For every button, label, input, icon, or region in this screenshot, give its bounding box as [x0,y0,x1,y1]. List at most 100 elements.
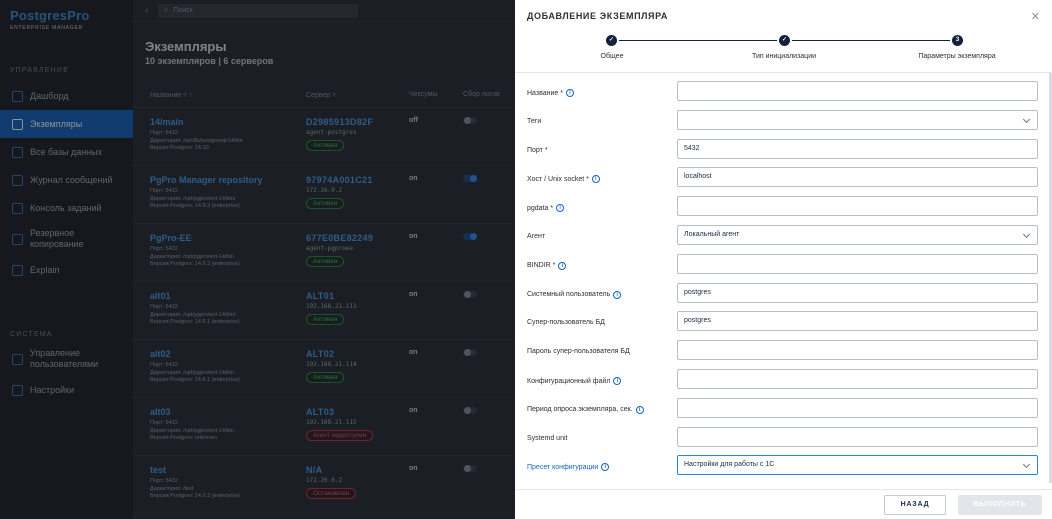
settings-icon [12,384,23,396]
form-row: Порт * 5432 [515,137,1049,165]
run-button[interactable]: ВЫПОЛНИТЬ [958,495,1042,515]
instance-name-link[interactable]: alt03 [150,407,171,417]
log-collection-toggle[interactable] [463,175,477,182]
panel-footer: НАЗАД ВЫПОЛНИТЬ [515,489,1052,519]
search-input[interactable]: ⌕ Поиск [158,3,359,18]
log-collection-toggle[interactable] [463,117,477,124]
log-collection-toggle[interactable] [463,407,477,414]
select-field[interactable] [677,109,1038,130]
info-icon[interactable]: i [591,175,600,184]
instance-name-link[interactable]: alt01 [150,291,171,301]
sidebar-item-dashboard[interactable]: Дашборд [0,82,133,110]
explain-icon [12,264,23,276]
instances-icon [12,118,23,130]
server-address: 172.26.0.2 [306,477,343,484]
instance-name-link[interactable]: 14/main [150,117,184,127]
text-field[interactable] [677,196,1038,217]
form-row: Системный пользователь i postgres [515,281,1049,309]
form-row: Хост / Unix socket * i localhost [515,165,1049,193]
sidebar-item-explain[interactable]: Explain [0,256,133,284]
logo[interactable]: PostgresPro ENTERPRISE MANAGER [0,0,133,52]
instance-meta: Порт: 5432 Директория: /usr/lib/postgresq… [150,130,243,151]
field-label: Системный пользователь i [527,290,622,299]
table-row[interactable]: alt02 Порт: 5432 Директория: /opt/pgpro/en… [133,340,515,398]
log-collection-toggle[interactable] [463,465,477,472]
info-icon[interactable]: i [635,405,644,414]
form-row: pgdata * i [515,194,1049,222]
column-header-name[interactable]: Название ▿ ↑ [133,91,306,99]
info-icon[interactable]: i [558,261,567,270]
instance-meta: Порт: 5432 Директория: /opt/pgpro/ent-14/… [150,188,240,209]
table-row[interactable]: test Порт: 5432 Директория: /test Версия Po… [133,456,515,514]
checksum-value: on [409,349,418,356]
sidebar-item-message-log[interactable]: Журнал сообщений [0,166,133,194]
instance-name-link[interactable]: test [150,465,166,475]
field-label: Название * i [527,89,574,97]
instance-name-link[interactable]: PgPro-EE [150,233,192,243]
status-badge: Активен [306,314,345,325]
close-icon[interactable]: ✕ [1031,10,1040,23]
select-field[interactable]: Настройки для работы с 1С [677,455,1038,476]
server-name[interactable]: 97974A001C21 [306,175,373,185]
sidebar-item-instances[interactable]: Экземпляры [0,110,133,138]
server-name[interactable]: ALT01 [306,291,334,301]
back-button[interactable]: НАЗАД [884,495,946,515]
info-icon[interactable]: i [613,377,622,385]
sidebar-item-all-databases[interactable]: Все базы данных [0,138,133,166]
info-icon[interactable]: i [556,204,565,213]
info-icon[interactable]: i [613,290,622,299]
table-row[interactable]: alt01 Порт: 5432 Директория: /opt/pgpro/en… [133,282,515,340]
info-icon[interactable]: i [601,463,610,472]
sidebar-item-task-console[interactable]: Консоль заданий [0,194,133,222]
server-name[interactable]: N/A [306,465,322,475]
table-row[interactable]: PgPro Manager repository Порт: 5432 Директ… [133,166,515,224]
back-chevron-icon[interactable]: ‹ [145,5,148,16]
table-row[interactable]: 14/main Порт: 5432 Директория: /usr/lib/po… [133,108,515,166]
log-collection-toggle[interactable] [463,233,477,240]
panel-title: ДОБАВЛЕНИЕ ЭКЗЕМПЛЯРА [527,11,669,21]
text-field[interactable]: postgres [677,311,1038,332]
text-field[interactable] [677,253,1038,274]
column-header-server[interactable]: Сервер ▿ [306,91,409,99]
topbar: ‹ ⌕ Поиск [133,0,515,22]
form-row: Агент Локальный агент [515,223,1049,251]
text-field[interactable]: 5432 [677,138,1038,159]
column-header-logs: Сбор логов [463,91,500,98]
sidebar-item-backup[interactable]: Резервное копирование [0,222,133,256]
instance-name-link[interactable]: alt02 [150,349,171,359]
log-collection-toggle[interactable] [463,349,477,356]
text-field[interactable] [677,369,1038,389]
logo-brand: PostgresPro [10,8,90,23]
instance-name-link[interactable]: PgPro Manager repository [150,175,263,185]
text-field[interactable]: postgres [677,282,1038,303]
server-name[interactable]: D2985913D82F [306,117,373,127]
chevron-down-icon [1022,461,1031,469]
server-name[interactable]: ALT02 [306,349,334,359]
sidebar-item-user-management[interactable]: Управление пользователями [0,342,133,376]
server-name[interactable]: ALT03 [306,407,334,417]
info-icon[interactable]: i [565,89,574,97]
table-row[interactable]: PgPro-EE Порт: 5432 Директория: /opt/pgpro… [133,224,515,282]
text-field[interactable]: localhost [677,167,1038,188]
field-label: Порт * [527,146,548,154]
page-subtitle: 10 экземпляров | 6 серверов [145,56,274,66]
select-field[interactable]: Локальный агент [677,225,1038,245]
field-label: Конфигурационный файл i [527,377,622,385]
field-label: Пресет конфигурации i [527,463,610,472]
text-field[interactable] [677,81,1038,101]
form-row: Systemd unit [515,425,1049,453]
table-row[interactable]: alt03 Порт: 5432 Директория: /opt/pgpro/en… [133,398,515,456]
server-name[interactable]: 677E0BE82249 [306,233,373,243]
text-field[interactable] [677,397,1038,418]
search-placeholder: Поиск [173,7,193,14]
log-collection-toggle[interactable] [463,291,477,298]
form-row: Теги [515,108,1049,136]
instance-meta: Порт: 5432 Директория: /test Версия Postgr… [150,478,240,499]
form-row: Супер-пользователь БД postgres [515,309,1049,337]
text-field[interactable] [677,426,1038,447]
text-field[interactable] [677,340,1038,361]
sidebar-item-settings[interactable]: Настройки [0,376,133,404]
log-icon [12,174,23,186]
sidebar-item-label: Explain [30,265,60,275]
cloud-backup-icon [12,233,23,245]
